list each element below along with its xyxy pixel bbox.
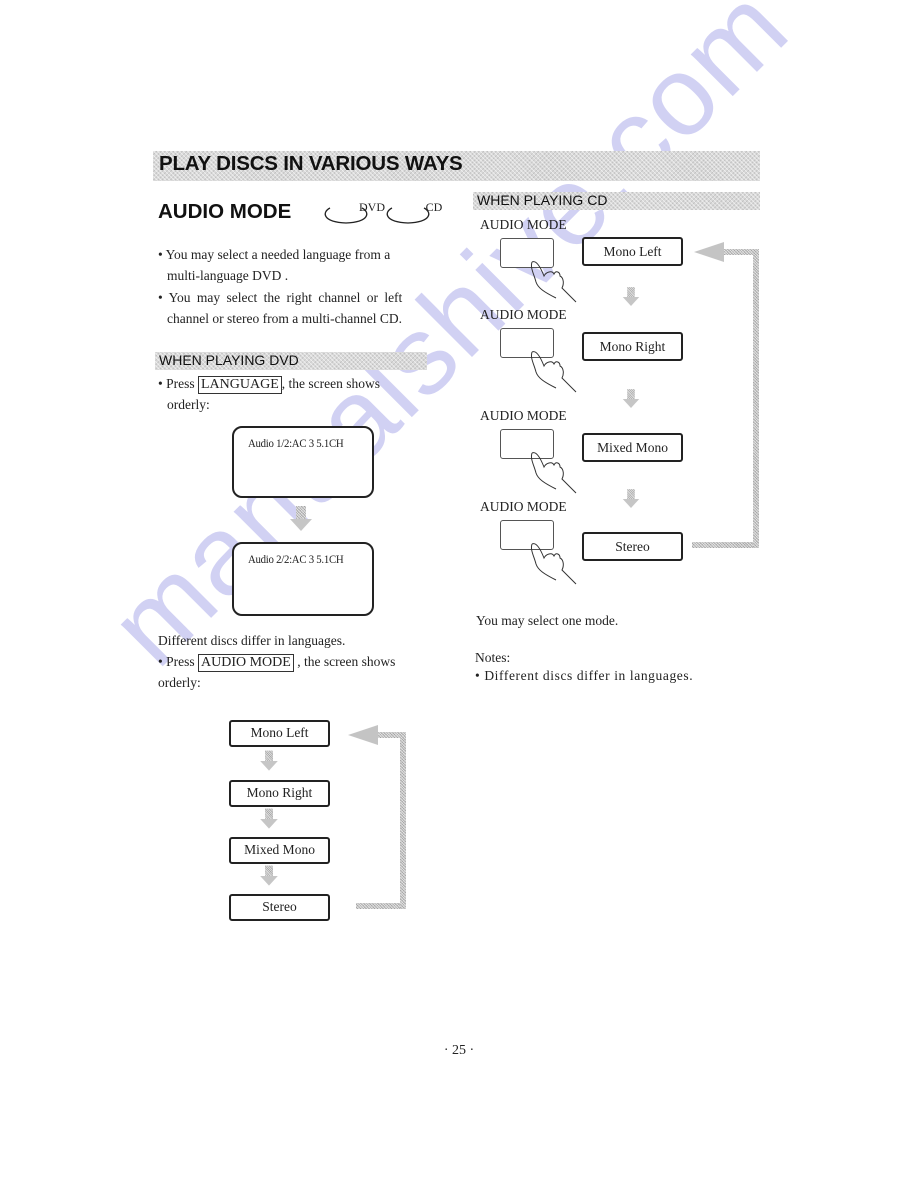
mode-label: Mixed Mono xyxy=(244,842,315,857)
osd-screen-text: Audio 1/2:AC 3 5.1CH xyxy=(248,436,344,450)
loop-arrow-top xyxy=(376,732,406,738)
cd-disc-badge: CD xyxy=(382,200,442,226)
bullet-text: You may select a needed language from a xyxy=(165,247,391,262)
audio-mode-button-label: AUDIO MODE xyxy=(480,307,567,322)
bullet-text: channel or stereo from a multi-channel C… xyxy=(167,311,403,326)
page-number: · 25 · xyxy=(443,1043,475,1058)
intro-bullet: • You may select the right channel or le… xyxy=(158,287,428,329)
audio-mode-button-label: AUDIO MODE xyxy=(480,217,567,232)
page-title: PLAY DISCS IN VARIOUS WAYS xyxy=(159,152,463,175)
cd-mode-box: Mixed Mono xyxy=(582,433,683,462)
instruction-text: , the screen shows xyxy=(297,654,396,669)
cd-badge-label: CD xyxy=(425,200,443,214)
note-text: Different discs differ in languages. xyxy=(484,668,694,683)
arrow-down-icon xyxy=(260,808,278,830)
instruction-text: , the screen shows xyxy=(281,376,380,391)
mode-label: Stereo xyxy=(615,539,650,554)
bullet-text: multi-language DVD . xyxy=(167,268,289,283)
arrow-down-icon xyxy=(290,506,312,532)
osd-screen: Audio 2/2:AC 3 5.1CH xyxy=(232,542,374,616)
language-key: LANGUAGE xyxy=(198,376,282,394)
instruction-text: Press xyxy=(166,654,195,669)
arrow-down-icon xyxy=(622,389,640,409)
mode-label: Mono Left xyxy=(603,244,662,259)
instruction-text: orderly: xyxy=(158,675,201,690)
instruction-text: Press xyxy=(166,376,195,391)
dvd-mode-box: Mono Left xyxy=(229,720,330,747)
mode-label: Mixed Mono xyxy=(597,440,668,455)
dvd-mode-box: Mixed Mono xyxy=(229,837,330,864)
mode-label: Mono Right xyxy=(246,785,313,800)
page-header-bar: PLAY DISCS IN VARIOUS WAYS xyxy=(153,151,760,181)
pressing-hand-icon xyxy=(531,452,577,494)
pressing-hand-icon xyxy=(531,351,577,393)
pressing-hand-icon xyxy=(531,261,577,303)
dvd-disc-badge: DVD xyxy=(320,200,385,226)
audio-mode-key: AUDIO MODE xyxy=(198,654,294,672)
section-title: AUDIO MODE xyxy=(158,200,292,223)
dvd-section-heading: WHEN PLAYING DVD xyxy=(155,352,427,370)
dvd-audio-instruction: Different discs differ in languages. • P… xyxy=(158,630,438,693)
loop-arrow-vertical xyxy=(753,249,759,548)
loop-arrow-head-icon xyxy=(348,725,378,745)
dvd-heading-text: WHEN PLAYING DVD xyxy=(159,352,299,368)
loop-arrow-top xyxy=(720,249,759,255)
cd-mode-box: Mono Left xyxy=(582,237,683,266)
arrow-down-icon xyxy=(622,489,640,509)
audio-mode-button-label: AUDIO MODE xyxy=(480,499,567,514)
mode-label: Stereo xyxy=(262,899,297,914)
dvd-mode-box: Mono Right xyxy=(229,780,330,807)
cd-summary: You may select one mode. xyxy=(476,613,619,628)
cd-mode-box: Mono Right xyxy=(582,332,683,361)
cd-section-heading: WHEN PLAYING CD xyxy=(473,192,760,210)
loop-arrow-head-icon xyxy=(694,242,724,262)
dvd-language-instruction: • Press LANGUAGE, the screen shows order… xyxy=(158,373,438,415)
cd-mode-box: Stereo xyxy=(582,532,683,561)
osd-screen: Audio 1/2:AC 3 5.1CH xyxy=(232,426,374,498)
arrow-down-icon xyxy=(260,865,278,887)
arrow-down-icon xyxy=(260,750,278,772)
arrow-down-icon xyxy=(622,287,640,307)
intro-bullets: • You may select a needed language from … xyxy=(158,244,428,329)
loop-arrow-vertical xyxy=(400,732,406,909)
watermark: manualshive.com xyxy=(85,0,812,689)
pressing-hand-icon xyxy=(531,543,577,585)
intro-bullet: • You may select a needed language from … xyxy=(158,244,428,286)
audio-mode-button-label: AUDIO MODE xyxy=(480,408,567,423)
osd-screen-text: Audio 2/2:AC 3 5.1CH xyxy=(248,552,344,566)
note-item: • Different discs differ in languages. xyxy=(475,668,694,683)
instruction-text: orderly: xyxy=(167,397,210,412)
loop-arrow-bottom xyxy=(356,903,406,909)
bullet-text: You may select the right channel or left xyxy=(168,290,403,305)
dvd-note: Different discs differ in languages. xyxy=(158,633,346,648)
mode-label: Mono Left xyxy=(250,725,309,740)
loop-arrow-bottom xyxy=(692,542,759,548)
cd-heading-text: WHEN PLAYING CD xyxy=(477,192,608,208)
dvd-mode-box: Stereo xyxy=(229,894,330,921)
mode-label: Mono Right xyxy=(599,339,666,354)
